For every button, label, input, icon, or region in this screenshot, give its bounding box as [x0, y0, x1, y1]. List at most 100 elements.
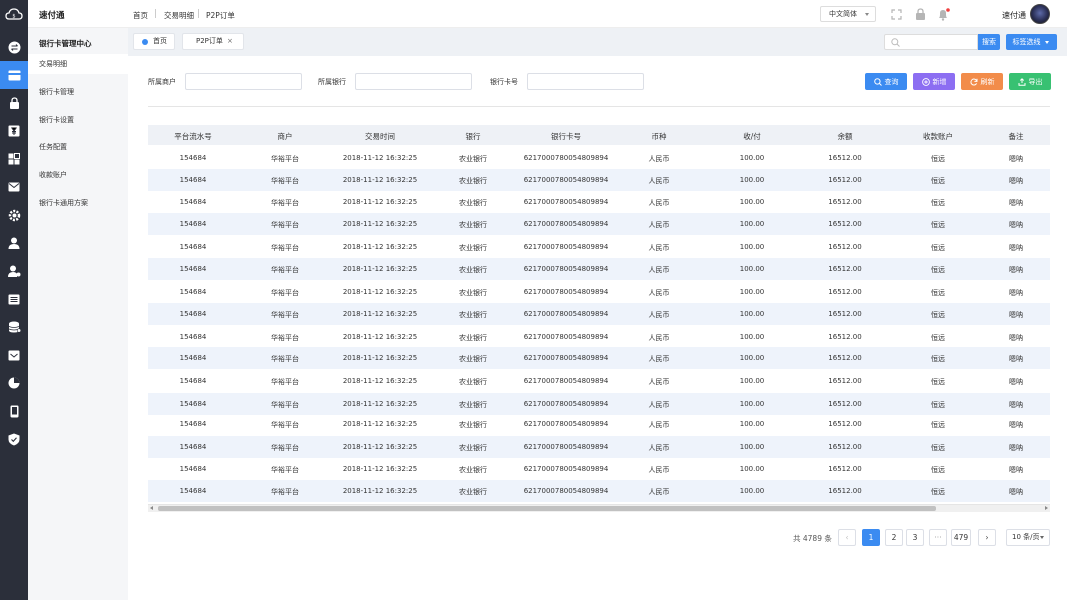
yuan-icon[interactable]: [0, 117, 28, 145]
currency-cell: 人民币: [648, 421, 670, 429]
column-header[interactable]: 平台流水号: [174, 131, 212, 142]
page-button[interactable]: 3: [906, 529, 924, 546]
column-header[interactable]: 收/付: [743, 131, 761, 142]
user-icon[interactable]: [0, 229, 28, 257]
sidebar-item-receiving-accounts[interactable]: 收款账户: [28, 165, 128, 185]
pie-chart-icon[interactable]: [0, 369, 28, 397]
page-button[interactable]: 1: [862, 529, 880, 546]
column-header[interactable]: 币种: [652, 131, 667, 142]
filter-label-card-number: 银行卡号: [490, 78, 518, 86]
tab-p2p-orders[interactable]: P2P订单 ×: [182, 33, 244, 50]
table-row[interactable]: 154684 华裕平台 2018-11-12 16:32:25 农业银行 6217000…: [148, 326, 1050, 348]
page-button[interactable]: 2: [885, 529, 903, 546]
column-header[interactable]: 备注: [1009, 131, 1024, 142]
sidebar-item-card-settings[interactable]: 银行卡设置: [28, 110, 128, 130]
merchant-cell: 华裕平台: [271, 444, 299, 452]
table-row[interactable]: 154684 华裕平台 2018-11-12 16:32:25 农业银行 6217000…: [148, 191, 1050, 213]
gear-icon[interactable]: [0, 201, 28, 229]
horizontal-scrollbar[interactable]: [148, 504, 1050, 512]
page-button[interactable]: 479: [951, 529, 971, 546]
sidebar-item-card-plans[interactable]: 银行卡通用方案: [28, 193, 128, 213]
column-header[interactable]: 余额: [838, 131, 853, 142]
table-row[interactable]: 154684 华裕平台 2018-11-12 16:32:25 农业银行 6217000…: [148, 147, 1050, 169]
avatar[interactable]: [1030, 4, 1050, 24]
sidebar-item-transactions[interactable]: 交易明细: [28, 54, 128, 74]
page-size-select[interactable]: 10 条/页: [1006, 529, 1050, 546]
close-icon[interactable]: ×: [227, 34, 233, 49]
bank-cell: 农业银行: [459, 334, 487, 342]
table-row[interactable]: 154684 华裕平台 2018-11-12 16:32:25 农业银行 6217000…: [148, 169, 1050, 191]
bell-icon[interactable]: [936, 7, 950, 21]
serial-no-cell: 154684: [179, 310, 207, 318]
scroll-right-icon[interactable]: [1045, 506, 1048, 510]
breadcrumb-p2p-orders[interactable]: P2P订单: [206, 10, 235, 21]
currency-cell: 人民币: [648, 401, 670, 409]
card-number-cell: 6217000780054809894: [523, 443, 609, 451]
column-header[interactable]: 收款账户: [923, 131, 953, 142]
filter-label-bank: 所属银行: [318, 78, 346, 86]
apps-icon[interactable]: [0, 145, 28, 173]
inbox-icon[interactable]: [0, 341, 28, 369]
refresh-button[interactable]: 刷新: [961, 73, 1003, 90]
database-icon[interactable]: [0, 313, 28, 341]
search-input[interactable]: [884, 34, 978, 50]
lock-icon[interactable]: [0, 89, 28, 117]
column-header[interactable]: 银行: [466, 131, 481, 142]
language-select[interactable]: 中文简体: [820, 6, 876, 22]
mobile-icon[interactable]: [0, 397, 28, 425]
table-row[interactable]: 154684 华裕平台 2018-11-12 16:32:25 农业银行 6217000…: [148, 458, 1050, 480]
merchant-input[interactable]: [185, 73, 302, 90]
lock-icon[interactable]: [913, 7, 927, 21]
scrollbar-thumb[interactable]: [158, 506, 936, 511]
currency-cell: 人民币: [648, 334, 670, 342]
serial-no-cell: 154684: [179, 243, 207, 251]
table-row[interactable]: 154684 华裕平台 2018-11-12 16:32:25 农业银行 6217000…: [148, 281, 1050, 303]
shield-icon[interactable]: [0, 425, 28, 453]
tag-options-button[interactable]: 标签选线: [1006, 34, 1057, 50]
balance-cell: 16512.00: [828, 487, 862, 495]
export-button[interactable]: 导出: [1009, 73, 1051, 90]
next-page-button[interactable]: ›: [978, 529, 996, 546]
bank-input[interactable]: [355, 73, 472, 90]
bank-card-icon[interactable]: [0, 61, 28, 89]
table-row[interactable]: 154684 华裕平台 2018-11-12 16:32:25 农业银行 6217000…: [148, 236, 1050, 258]
table-row[interactable]: 154684 华裕平台 2018-11-12 16:32:25 农业银行 6217000…: [148, 347, 1050, 369]
column-header[interactable]: 银行卡号: [551, 131, 581, 142]
merchant-cell: 华裕平台: [271, 244, 299, 252]
tab-home[interactable]: 首页: [133, 33, 175, 50]
search-button[interactable]: 搜索: [978, 34, 1000, 50]
sidebar-item-task-config[interactable]: 任务配置: [28, 137, 128, 157]
sidebar-item-bank-cards[interactable]: 银行卡管理: [28, 82, 128, 102]
mail-icon[interactable]: [0, 173, 28, 201]
breadcrumb-transactions[interactable]: 交易明细: [164, 10, 194, 21]
table-row[interactable]: 154684 华裕平台 2018-11-12 16:32:25 农业银行 6217000…: [148, 480, 1050, 502]
page-ellipsis[interactable]: ···: [929, 529, 947, 546]
table-row[interactable]: 154684 华裕平台 2018-11-12 16:32:25 农业银行 6217000…: [148, 370, 1050, 392]
balance-cell: 16512.00: [828, 265, 862, 273]
table-row[interactable]: 154684 华裕平台 2018-11-12 16:32:25 农业银行 6217000…: [148, 213, 1050, 235]
cloud-logo-icon[interactable]: $: [0, 0, 28, 28]
table-row[interactable]: 154684 华裕平台 2018-11-12 16:32:25 农业银行 6217000…: [148, 258, 1050, 280]
swap-icon[interactable]: [0, 33, 28, 61]
table-row[interactable]: 154684 华裕平台 2018-11-12 16:32:25 农业银行 6217000…: [148, 303, 1050, 325]
card-number-input[interactable]: [527, 73, 644, 90]
add-button[interactable]: 新增: [913, 73, 955, 90]
amount-cell: 100.00: [739, 243, 765, 251]
table-row[interactable]: 154684 华裕平台 2018-11-12 16:32:25 农业银行 6217000…: [148, 436, 1050, 458]
list-icon[interactable]: [0, 285, 28, 313]
balance-cell: 16512.00: [828, 354, 862, 362]
query-button[interactable]: 查询: [865, 73, 907, 90]
table-row[interactable]: 154684 华裕平台 2018-11-12 16:32:25 农业银行 6217000…: [148, 413, 1050, 435]
merchant-cell: 华裕平台: [271, 355, 299, 363]
breadcrumb-home[interactable]: 首页: [133, 10, 148, 21]
remark-cell: 嗯呐: [1009, 266, 1023, 274]
user-settings-icon[interactable]: [0, 257, 28, 285]
fullscreen-icon[interactable]: [889, 7, 903, 21]
scroll-left-icon[interactable]: [150, 506, 153, 510]
user-name[interactable]: 速付通: [1002, 10, 1026, 21]
column-header[interactable]: 交易时间: [365, 131, 395, 142]
prev-page-button[interactable]: ‹: [838, 529, 856, 546]
table-row[interactable]: 154684 华裕平台 2018-11-12 16:32:25 农业银行 6217000…: [148, 393, 1050, 415]
column-header[interactable]: 商户: [278, 131, 293, 142]
card-number-cell: 6217000780054809894: [523, 154, 609, 162]
